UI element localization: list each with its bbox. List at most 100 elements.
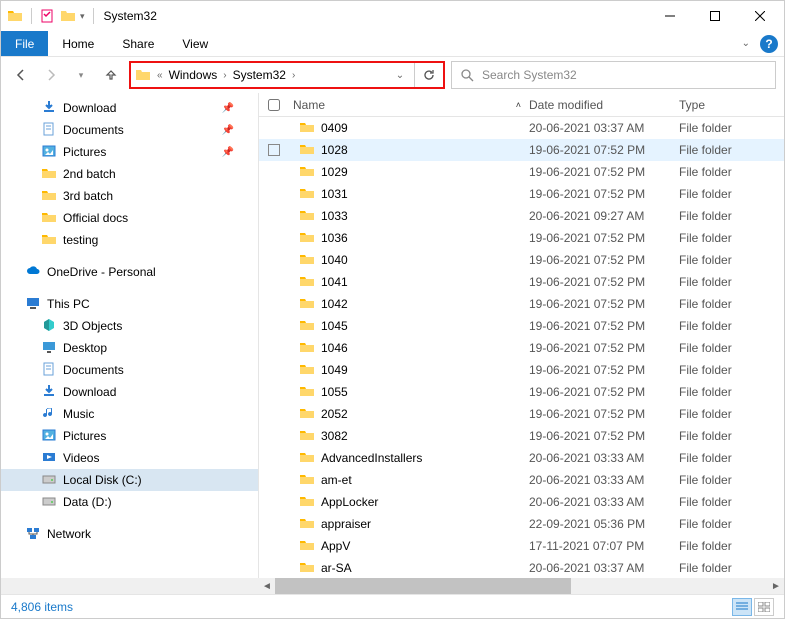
file-type: File folder xyxy=(679,495,784,509)
nav-item-label: Local Disk (C:) xyxy=(63,473,142,487)
search-box[interactable]: Search System32 xyxy=(451,61,776,89)
file-row[interactable]: ar-SA 20-06-2021 03:37 AM File folder xyxy=(259,557,784,578)
file-row[interactable]: 1036 19-06-2021 07:52 PM File folder xyxy=(259,227,784,249)
qat-properties-icon[interactable] xyxy=(40,8,56,24)
back-button[interactable] xyxy=(9,63,33,87)
nav-item[interactable]: Download xyxy=(1,381,258,403)
nav-item[interactable]: 3D Objects xyxy=(1,315,258,337)
file-date: 20-06-2021 09:27 AM xyxy=(529,209,679,223)
scroll-left-icon[interactable]: ◄ xyxy=(259,581,275,592)
breadcrumb-segment[interactable]: Windows xyxy=(167,68,220,82)
file-list[interactable]: Name˄ Date modified Type 0409 20-06-2021… xyxy=(259,93,784,578)
minimize-button[interactable] xyxy=(647,1,692,31)
file-row[interactable]: AppLocker 20-06-2021 03:33 AM File folde… xyxy=(259,491,784,513)
chevron-right-icon[interactable]: › xyxy=(288,70,299,81)
up-button[interactable] xyxy=(99,63,123,87)
ribbon-tab-home[interactable]: Home xyxy=(48,33,108,55)
file-row[interactable]: 1055 19-06-2021 07:52 PM File folder xyxy=(259,381,784,403)
search-placeholder: Search System32 xyxy=(482,68,577,82)
file-type: File folder xyxy=(679,385,784,399)
nav-item[interactable]: testing xyxy=(1,229,258,251)
file-row[interactable]: 2052 19-06-2021 07:52 PM File folder xyxy=(259,403,784,425)
nav-item[interactable]: This PC xyxy=(1,293,258,315)
view-details-button[interactable] xyxy=(732,598,752,616)
ribbon-file-tab[interactable]: File xyxy=(1,31,48,56)
nav-item[interactable]: 2nd batch xyxy=(1,163,258,185)
file-row[interactable]: 1049 19-06-2021 07:52 PM File folder xyxy=(259,359,784,381)
file-name: 2052 xyxy=(321,407,348,421)
breadcrumb-segment[interactable]: System32 xyxy=(231,68,288,82)
nav-item[interactable]: Local Disk (C:) xyxy=(1,469,258,491)
file-row[interactable]: 1028 19-06-2021 07:52 PM File folder xyxy=(259,139,784,161)
nav-item[interactable]: Download📌 xyxy=(1,97,258,119)
help-icon[interactable]: ? xyxy=(760,35,778,53)
file-row[interactable]: appraiser 22-09-2021 05:36 PM File folde… xyxy=(259,513,784,535)
nav-item-label: Documents xyxy=(63,363,124,377)
ribbon-tab-view[interactable]: View xyxy=(168,33,222,55)
file-row[interactable]: 1031 19-06-2021 07:52 PM File folder xyxy=(259,183,784,205)
file-date: 19-06-2021 07:52 PM xyxy=(529,231,679,245)
file-row[interactable]: 3082 19-06-2021 07:52 PM File folder xyxy=(259,425,784,447)
view-large-button[interactable] xyxy=(754,598,774,616)
close-button[interactable] xyxy=(737,1,782,31)
file-name: 3082 xyxy=(321,429,348,443)
nav-item[interactable]: Desktop xyxy=(1,337,258,359)
file-date: 19-06-2021 07:52 PM xyxy=(529,385,679,399)
scroll-right-icon[interactable]: ► xyxy=(768,581,784,592)
file-row[interactable]: 0409 20-06-2021 03:37 AM File folder xyxy=(259,117,784,139)
nav-item[interactable]: Data (D:) xyxy=(1,491,258,513)
ribbon-tab-share[interactable]: Share xyxy=(108,33,168,55)
address-bar[interactable]: « Windows › System32 › ⌄ xyxy=(129,61,445,89)
file-row[interactable]: 1040 19-06-2021 07:52 PM File folder xyxy=(259,249,784,271)
column-header-date[interactable]: Date modified xyxy=(529,98,679,112)
nav-toolbar: ▾ « Windows › System32 › ⌄ Search System… xyxy=(1,57,784,93)
column-header-type[interactable]: Type xyxy=(679,98,784,112)
row-checkbox[interactable] xyxy=(268,144,280,156)
nav-item-label: 3D Objects xyxy=(63,319,122,333)
file-row[interactable]: am-et 20-06-2021 03:33 AM File folder xyxy=(259,469,784,491)
column-header-name[interactable]: Name˄ xyxy=(289,98,529,112)
file-row[interactable]: 1029 19-06-2021 07:52 PM File folder xyxy=(259,161,784,183)
maximize-button[interactable] xyxy=(692,1,737,31)
documents-icon xyxy=(41,361,57,380)
nav-item[interactable]: Documents xyxy=(1,359,258,381)
nav-item-label: 3rd batch xyxy=(63,189,113,203)
desktop-icon xyxy=(41,339,57,358)
nav-item-label: Network xyxy=(47,527,91,541)
nav-tree[interactable]: Download📌Documents📌Pictures📌2nd batch 3rd… xyxy=(1,93,259,578)
recent-dropdown-icon[interactable]: ▾ xyxy=(69,63,93,87)
nav-item[interactable]: Videos xyxy=(1,447,258,469)
address-dropdown-icon[interactable]: ⌄ xyxy=(390,70,410,81)
nav-item[interactable]: Pictures xyxy=(1,425,258,447)
file-name: 1040 xyxy=(321,253,348,267)
nav-item[interactable]: Documents📌 xyxy=(1,119,258,141)
file-type: File folder xyxy=(679,121,784,135)
file-row[interactable]: AppV 17-11-2021 07:07 PM File folder xyxy=(259,535,784,557)
nav-item-label: Videos xyxy=(63,451,99,465)
nav-item[interactable]: Music xyxy=(1,403,258,425)
file-row[interactable]: 1046 19-06-2021 07:52 PM File folder xyxy=(259,337,784,359)
file-row[interactable]: 1045 19-06-2021 07:52 PM File folder xyxy=(259,315,784,337)
nav-item[interactable]: Official docs xyxy=(1,207,258,229)
download-icon xyxy=(41,99,57,118)
file-name: 1028 xyxy=(321,143,348,157)
address-prefix: « xyxy=(153,70,167,81)
nav-item[interactable]: Pictures📌 xyxy=(1,141,258,163)
nav-item[interactable]: Network xyxy=(1,523,258,545)
horizontal-scrollbar[interactable]: ◄ ► xyxy=(1,578,784,594)
nav-item-label: Desktop xyxy=(63,341,107,355)
nav-item[interactable]: OneDrive - Personal xyxy=(1,261,258,283)
file-row[interactable]: 1041 19-06-2021 07:52 PM File folder xyxy=(259,271,784,293)
nav-item-label: Pictures xyxy=(63,429,106,443)
forward-button[interactable] xyxy=(39,63,63,87)
qat-newfolder-icon[interactable] xyxy=(60,8,76,24)
chevron-right-icon[interactable]: › xyxy=(219,70,230,81)
folder-icon xyxy=(299,229,315,248)
file-row[interactable]: 1033 20-06-2021 09:27 AM File folder xyxy=(259,205,784,227)
select-all-checkbox[interactable] xyxy=(268,99,280,111)
ribbon-expand-icon[interactable]: ⌄ xyxy=(742,38,750,49)
file-row[interactable]: AdvancedInstallers 20-06-2021 03:33 AM F… xyxy=(259,447,784,469)
file-row[interactable]: 1042 19-06-2021 07:52 PM File folder xyxy=(259,293,784,315)
nav-item[interactable]: 3rd batch xyxy=(1,185,258,207)
refresh-button[interactable] xyxy=(415,63,443,87)
